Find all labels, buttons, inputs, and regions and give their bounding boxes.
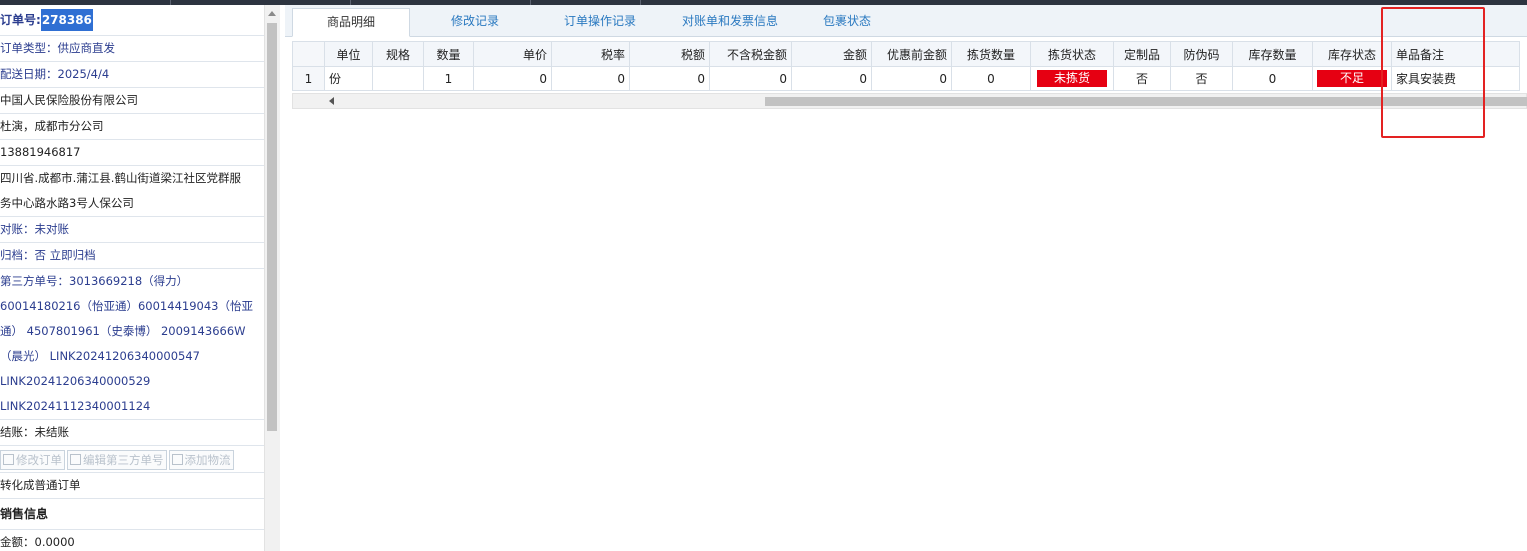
col-stock-status[interactable]: 库存状态 (1312, 41, 1392, 67)
col-pick-status[interactable]: 拣货状态 (1030, 41, 1114, 67)
col-price[interactable]: 单价 (473, 41, 552, 67)
scroll-thumb[interactable] (267, 23, 277, 431)
tab-operation-log[interactable]: 订单操作记录 (535, 8, 665, 35)
order-type: 订单类型：供应商直发 (0, 36, 264, 62)
detail-area: 商品明细 修改记录 订单操作记录 对账单和发票信息 包裹状态 单位 规格 数量 … (285, 5, 1527, 551)
cell-tax-rate: 0 (551, 66, 630, 91)
pick-status-badge: 未拣货 (1037, 70, 1107, 87)
col-amount[interactable]: 金额 (791, 41, 872, 67)
cell-anti-fake: 否 (1170, 66, 1233, 91)
action-buttons: 修改订单 编辑第三方单号 添加物流 (0, 446, 264, 473)
address-line-2: 务中心路水路3号人保公司 (0, 191, 264, 217)
grid-horizontal-scrollbar[interactable] (292, 93, 1527, 109)
edit-icon (3, 454, 14, 465)
highlight-annotation-box (1381, 7, 1485, 138)
col-tax[interactable]: 税额 (629, 41, 710, 67)
customer-phone: 13881946817 (0, 140, 264, 166)
cell-custom: 否 (1113, 66, 1171, 91)
third-party-no-line-4: （晨光） LINK20241206340000547 (0, 349, 200, 363)
cell-untaxed-amount: 0 (709, 66, 792, 91)
edit-order-button[interactable]: 修改订单 (0, 450, 65, 470)
col-unit[interactable]: 单位 (324, 41, 373, 67)
scroll-up-icon[interactable] (268, 11, 276, 16)
table-row[interactable]: 1 份 1 0 0 0 0 0 0 0 未拣货 否 否 0 不足 家具安装费 (292, 66, 1520, 91)
customer-contact: 杜演，成都市分公司 (0, 114, 264, 140)
cell-amount: 0 (791, 66, 872, 91)
stock-status-badge: 不足 (1317, 70, 1387, 87)
col-tax-rate[interactable]: 税率 (551, 41, 630, 67)
edit-third-party-button[interactable]: 编辑第三方单号 (67, 450, 167, 470)
left-scrollbar[interactable] (264, 5, 280, 551)
cell-price: 0 (473, 66, 552, 91)
cell-stock-status: 不足 (1312, 66, 1392, 91)
tab-invoice-info[interactable]: 对账单和发票信息 (665, 8, 795, 35)
order-number-label: 订单号: (0, 13, 41, 27)
col-spec[interactable]: 规格 (372, 41, 424, 67)
archive-status[interactable]: 归档：否 立即归档 (0, 243, 264, 269)
settle-status: 结账：未结账 (0, 420, 264, 446)
order-number: 订单号:278386 (0, 5, 264, 36)
scroll-left-icon[interactable] (329, 97, 334, 105)
reconcile-status: 对账：未对账 (0, 217, 264, 243)
cell-pick-status: 未拣货 (1030, 66, 1114, 91)
col-custom[interactable]: 定制品 (1113, 41, 1171, 67)
cell-pre-discount: 0 (871, 66, 952, 91)
edit-icon (171, 454, 183, 465)
edit-icon (70, 454, 81, 465)
address-line-1: 四川省.成都市.蒲江县.鹤山街道梁江社区党群服 (0, 171, 241, 185)
col-pick-qty[interactable]: 拣货数量 (951, 41, 1031, 67)
convert-order-link[interactable]: 转化成普通订单 (0, 473, 264, 499)
customer-company: 中国人民保险股份有限公司 (0, 88, 264, 114)
delivery-date: 配送日期：2025/4/4 (0, 62, 264, 88)
col-anti-fake[interactable]: 防伪码 (1170, 41, 1233, 67)
tab-bar: 商品明细 修改记录 订单操作记录 对账单和发票信息 包裹状态 (285, 5, 1527, 37)
order-number-value: 278386 (40, 9, 93, 31)
sales-section-title: 销售信息 (0, 499, 264, 530)
tab-product-detail[interactable]: 商品明细 (292, 8, 410, 37)
cell-pick-qty: 0 (951, 66, 1031, 91)
col-stock-qty[interactable]: 库存数量 (1232, 41, 1313, 67)
cell-spec (372, 66, 424, 91)
sales-amount: 金额：0.0000 (0, 535, 75, 549)
tab-package-status[interactable]: 包裹状态 (795, 8, 899, 35)
cell-tax: 0 (629, 66, 710, 91)
table-header-row: 单位 规格 数量 单价 税率 税额 不含税金额 金额 优惠前金额 拣货数量 拣货… (292, 41, 1520, 67)
add-logistics-button[interactable]: 添加物流 (168, 450, 234, 470)
third-party-no-line-3: 通） 4507801961（史泰博） 2009143666W (0, 324, 246, 338)
cell-unit: 份 (324, 66, 373, 91)
cell-stock-qty: 0 (1232, 66, 1313, 91)
col-untaxed-amount[interactable]: 不含税金额 (709, 41, 792, 67)
third-party-no-line-2: 60014180216（怡亚通）60014419043（怡亚 (0, 299, 253, 313)
col-pre-discount[interactable]: 优惠前金额 (871, 41, 952, 67)
tab-modify-log[interactable]: 修改记录 (415, 8, 535, 35)
product-table: 单位 规格 数量 单价 税率 税额 不含税金额 金额 优惠前金额 拣货数量 拣货… (292, 41, 1520, 91)
row-number: 1 (292, 66, 325, 91)
col-qty[interactable]: 数量 (423, 41, 474, 67)
third-party-no-line-6: LINK20241112340001124 (0, 394, 264, 420)
cell-qty: 1 (423, 66, 474, 91)
third-party-no-line-1: 第三方单号：3013669218（得力） (0, 274, 189, 288)
third-party-no-line-5: LINK20241206340000529 (0, 374, 151, 388)
row-number-header (292, 41, 325, 67)
order-info-panel: 订单号:278386 订单类型：供应商直发 配送日期：2025/4/4 中国人民… (0, 5, 264, 551)
product-grid: 单位 规格 数量 单价 税率 税额 不含税金额 金额 优惠前金额 拣货数量 拣货… (292, 41, 1527, 91)
